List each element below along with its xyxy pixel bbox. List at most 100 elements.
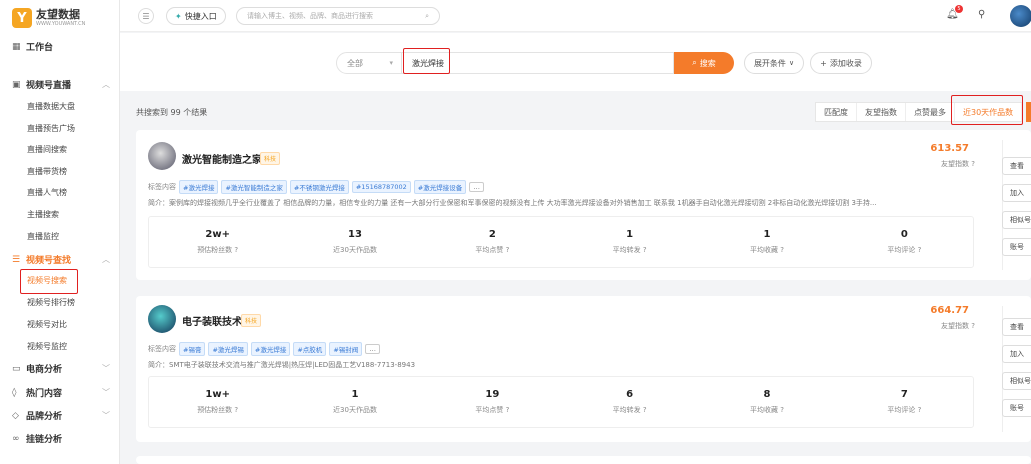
expand-filters-button[interactable]: 展开条件 ∨: [744, 52, 804, 74]
channel-name[interactable]: 电子装联技术: [182, 313, 242, 328]
quick-entry-button[interactable]: ✦ 快捷入口: [166, 7, 226, 25]
sidebar-item-workbench[interactable]: ▦ 工作台: [12, 40, 110, 54]
sidebar-item-live-popularity-rank[interactable]: 直播人气榜: [27, 187, 67, 198]
help-icon: ?: [780, 246, 784, 254]
add-favorite-button[interactable]: + 添加收录: [810, 52, 872, 74]
sidebar-item-live-dashboard[interactable]: 直播数据大盘: [27, 101, 75, 112]
sidebar-group-brand[interactable]: ◇ 品牌分析 ﹀: [12, 409, 110, 423]
tag[interactable]: #激光智能制造之家: [221, 180, 287, 194]
sidebar-group-search[interactable]: ☰ 视频号查找 ︿: [12, 253, 110, 267]
avatar[interactable]: [1010, 5, 1031, 27]
help-icon: ?: [780, 406, 784, 414]
search-panel: 全部 ▾ 激光焊接 ⌕ 搜索 展开条件 ∨ + 添加收录: [120, 33, 1031, 91]
fire-icon: ◊: [12, 387, 17, 398]
chevron-down-icon: ∨: [788, 59, 795, 67]
view-button[interactable]: 查看: [1002, 157, 1031, 175]
help-icon: ?: [971, 322, 975, 330]
tag[interactable]: #15168787002: [351, 181, 411, 193]
sidebar-item-channel-compare[interactable]: 视频号对比: [27, 319, 67, 330]
sidebar-item-channel-rank[interactable]: 视频号排行榜: [27, 297, 75, 308]
help-icon: ?: [917, 246, 922, 254]
sidebar-item-channel-monitor[interactable]: 视频号监控: [27, 341, 67, 352]
add-button[interactable]: 加入: [1002, 184, 1031, 202]
tag[interactable]: #激光焊接设备: [413, 180, 467, 194]
brand-logo[interactable]: Y 友望数据 WWW.YOUWANT.CN: [12, 8, 85, 28]
link-icon[interactable]: ⚲: [978, 9, 985, 20]
similar-button[interactable]: 相似号: [1002, 211, 1031, 229]
chevron-down-icon: ﹀: [102, 411, 110, 420]
sidebar-group-ecom[interactable]: ▭ 电商分析 ﹀: [12, 362, 110, 376]
stat-favorites: 8 平均收藏 ?: [750, 389, 784, 414]
help-icon: ?: [642, 246, 647, 254]
help-icon: ?: [234, 406, 239, 414]
channel-name[interactable]: 激光智能制造之家: [182, 151, 262, 166]
sidebar-item-live-monitor[interactable]: 直播监控: [27, 231, 59, 242]
help-icon: ?: [971, 160, 975, 168]
result-card: 激光智能制造之家 科技 613.57 友望指数 ? 标签内容 #激光焊接 #激光…: [136, 130, 1031, 280]
result-count: 共搜索到 99 个结果: [136, 108, 208, 117]
live-icon: ▣: [12, 79, 21, 90]
add-button[interactable]: 加入: [1002, 345, 1031, 363]
search-list-icon: ☰: [12, 254, 21, 265]
notification-badge: 5: [955, 5, 963, 13]
stat-likes: 19 平均点赞 ?: [475, 389, 510, 414]
more-tags-button[interactable]: ...: [365, 344, 380, 354]
sidebar-item-anchor-search[interactable]: 主播搜索: [27, 209, 59, 220]
global-search-input[interactable]: 请输入博主、视频、品牌、商品进行搜索 ⌕: [236, 7, 440, 25]
monitor-icon: ▭: [12, 363, 21, 374]
highlight-box: [403, 48, 450, 74]
sort-tab-index[interactable]: 友望指数: [857, 103, 906, 121]
tag[interactable]: #不锈钢激光焊接: [289, 180, 349, 194]
stat-likes: 2 平均点赞 ?: [475, 229, 510, 254]
search-icon[interactable]: ⌕: [425, 12, 429, 21]
link-icon: ∞: [12, 433, 20, 444]
sidebar-item-live-preview[interactable]: 直播预告广场: [27, 123, 75, 134]
result-card: 电子装联技术 科技 664.77 友望指数 ? 标签内容 #锡膏 #激光焊锡 #…: [136, 296, 1031, 442]
tag[interactable]: #激光焊接: [250, 342, 291, 356]
sidebar: Y 友望数据 WWW.YOUWANT.CN ▦ 工作台 ▣ 视频号直播 ︿ 直播…: [0, 0, 120, 464]
sidebar-group-live[interactable]: ▣ 视频号直播 ︿: [12, 78, 110, 92]
sidebar-item-live-sales-rank[interactable]: 直播带货榜: [27, 166, 67, 177]
help-icon: ?: [234, 246, 239, 254]
chevron-down-icon: ▾: [389, 59, 393, 67]
brand-url: WWW.YOUWANT.CN: [36, 21, 86, 27]
highlight-box: [20, 269, 78, 294]
stat-works: 13 近30天作品数: [333, 229, 377, 254]
plus-icon: +: [820, 58, 827, 68]
stat-fans: 2w+ 预估粉丝数 ?: [197, 229, 239, 254]
stat-favorites: 1 平均收藏 ?: [750, 229, 784, 254]
similar-button[interactable]: 相似号: [1002, 372, 1031, 390]
stat-fans: 1w+ 预估粉丝数 ?: [197, 389, 239, 414]
sort-tab-match[interactable]: 匹配度: [816, 103, 857, 121]
search-button[interactable]: ⌕ 搜索: [674, 52, 734, 74]
stat-shares: 6 平均转发 ?: [612, 389, 647, 414]
chevron-up-icon: ︿: [102, 80, 110, 89]
index-score: 664.77: [930, 305, 969, 316]
collapse-menu-icon[interactable]: ☰: [138, 8, 154, 24]
account-button[interactable]: 账号: [1002, 399, 1031, 417]
sidebar-group-hashtag[interactable]: ∞ 挂链分析: [12, 432, 110, 446]
sort-order-toggle[interactable]: [1026, 102, 1031, 122]
chevron-down-icon: ﹀: [102, 364, 110, 373]
more-tags-button[interactable]: ...: [469, 182, 484, 192]
chevron-down-icon: ﹀: [102, 388, 110, 397]
tag[interactable]: #点胶机: [293, 342, 327, 356]
search-scope-select[interactable]: 全部 ▾: [336, 52, 402, 74]
tag[interactable]: #激光焊锡: [208, 342, 248, 356]
sidebar-group-hot[interactable]: ◊ 热门内容 ﹀: [12, 386, 110, 400]
tag[interactable]: #锡封阀: [329, 342, 363, 356]
sidebar-item-live-search[interactable]: 直播间搜索: [27, 144, 67, 155]
account-button[interactable]: 账号: [1002, 238, 1031, 256]
sort-tab-likes[interactable]: 点赞最多: [906, 103, 955, 121]
view-button[interactable]: 查看: [1002, 318, 1031, 336]
stat-works: 1 近30天作品数: [333, 389, 377, 414]
tag[interactable]: #激光焊接: [179, 180, 219, 194]
avatar[interactable]: [148, 142, 176, 170]
avatar[interactable]: [148, 305, 176, 333]
top-bar: ☰ ✦ 快捷入口 请输入博主、视频、品牌、商品进行搜索 ⌕ 🔔︎ 5 ⚲: [120, 0, 1031, 32]
tag[interactable]: #锡膏: [179, 342, 206, 356]
help-icon: ?: [505, 406, 510, 414]
grid-icon: ▦: [12, 41, 21, 52]
tag-icon: ◇: [12, 410, 19, 421]
stats-row: 2w+ 预估粉丝数 ? 13 近30天作品数 2 平均点赞 ? 1 平均转发 ? 1 平均…: [148, 216, 974, 268]
